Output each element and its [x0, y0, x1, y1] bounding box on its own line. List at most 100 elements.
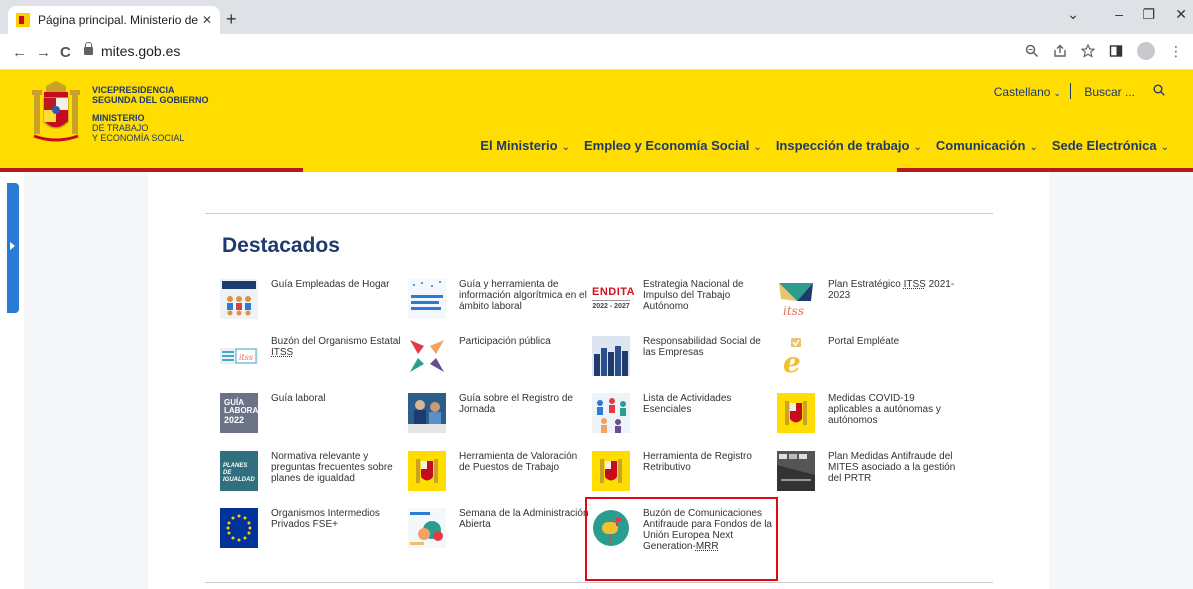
list-item-responsabilidad-social[interactable]: Responsabilidad Social de las Empresas — [592, 336, 767, 386]
list-item-covid-autonomos[interactable]: Medidas COVID-19 aplicables a autónomas … — [777, 393, 952, 443]
profile-avatar[interactable] — [1137, 42, 1155, 60]
algorithmic-information-icon — [408, 279, 446, 319]
chevron-down-icon: ⌄ — [753, 142, 762, 153]
itss-abbr[interactable]: ITSS — [904, 279, 926, 290]
tab-close-icon[interactable]: ✕ — [202, 13, 212, 27]
brand-line-5: Y ECONOMÍA SOCIAL — [92, 133, 185, 143]
nav-inspeccion[interactable]: Inspección de trabajo ⌄ — [776, 138, 922, 153]
close-window-button[interactable]: ✕ — [1175, 6, 1187, 23]
list-item-informacion-algoritmica[interactable]: Guía y herramienta de información algorí… — [408, 279, 587, 329]
side-panel-icon[interactable] — [1109, 44, 1123, 58]
corporate-social-responsibility-icon — [592, 336, 630, 376]
working-hours-photo-icon — [408, 393, 446, 433]
site-header: VICEPRESIDENCIA SEGUNDA DEL GOBIERNO MIN… — [0, 70, 1193, 172]
chevron-down-icon: ⌄ — [1053, 88, 1061, 98]
address-bar: ← → C mites.gob.es ⋮ — [0, 34, 1193, 70]
reload-button[interactable]: C — [60, 44, 71, 61]
year-word: 2022 — [224, 415, 245, 425]
browser-menu-icon[interactable]: ⋮ — [1169, 43, 1183, 60]
open-government-week-icon — [408, 508, 446, 548]
nav-comunicacion[interactable]: Comunicación ⌄ — [936, 138, 1038, 153]
list-item-organismos-fse[interactable]: Organismos Intermedios Privados FSE+ — [220, 508, 395, 558]
section-heading: Destacados — [222, 234, 340, 257]
search-link[interactable]: Buscar ... — [1084, 85, 1135, 99]
item-label: Portal Empléate — [828, 336, 900, 347]
language-label: Castellano — [993, 85, 1051, 99]
brand-line-4: DE TRABAJO — [92, 123, 149, 133]
item-label: Estrategia Nacional de Impulso del Traba… — [643, 279, 744, 312]
domestic-workers-guide-icon — [220, 279, 258, 319]
side-panel-toggle[interactable] — [7, 183, 19, 313]
list-item-portal-empleate[interactable]: e Portal Empléate — [777, 336, 952, 386]
list-item-plan-antifraude[interactable]: Plan Medidas Antifraude del MITES asocia… — [777, 451, 955, 501]
item-label: Medidas COVID-19 aplicables a autónomas … — [828, 393, 941, 426]
item-label: Normativa relevante y preguntas frecuent… — [271, 451, 393, 484]
item-label: Guía sobre el Registro de Jornada — [459, 393, 573, 415]
restore-button[interactable]: ❐ — [1142, 6, 1155, 23]
list-item-guia-empleadas-hogar[interactable]: Guía Empleadas de Hogar — [220, 279, 395, 329]
planes-igualdad-word: PLANES DE IGUALDAD — [223, 463, 255, 483]
empleate-logo-icon: e — [783, 338, 801, 376]
left-gutter — [24, 172, 148, 589]
item-label: Participación pública — [459, 336, 551, 347]
label-part: Buzón del Organismo Estatal — [271, 336, 401, 347]
lock-icon[interactable] — [84, 42, 93, 55]
antifraud-plan-photo-icon — [777, 451, 815, 491]
list-item-actividades-esenciales[interactable]: Lista de Actividades Esenciales — [592, 393, 767, 443]
item-label: Guía Empleadas de Hogar — [271, 279, 390, 290]
list-item-planes-igualdad[interactable]: PLANES DE IGUALDAD Normativa relevante y… — [220, 451, 395, 501]
nav-label: Inspección de trabajo — [775, 138, 910, 153]
back-button[interactable]: ← — [12, 44, 27, 61]
list-item-participacion-publica[interactable]: Participación pública — [408, 336, 583, 386]
spanish-government-shield-icon — [777, 393, 815, 433]
list-item-registro-retributivo[interactable]: Herramienta de Registro Retributivo — [592, 451, 767, 501]
itss-abbr[interactable]: ITSS — [271, 347, 293, 358]
svg-text:itss: itss — [783, 304, 804, 318]
ministry-brand[interactable]: VICEPRESIDENCIA SEGUNDA DEL GOBIERNO MIN… — [92, 85, 209, 143]
nav-label: El Ministerio — [480, 138, 558, 153]
browser-tab-bar: Página principal. Ministerio de Tr ✕ + ⌄… — [0, 0, 1193, 34]
url-field[interactable]: mites.gob.es — [101, 43, 180, 59]
item-label: Herramienta de Valoración de Puestos de … — [459, 451, 578, 473]
nav-empleo[interactable]: Empleo y Economía Social ⌄ — [584, 138, 762, 153]
bookmark-star-icon[interactable] — [1081, 44, 1095, 58]
labor-guide-2022-icon: GUÍA LABORAL 2022 — [220, 393, 264, 433]
right-gutter — [1049, 172, 1193, 589]
site-favicon-icon — [16, 13, 30, 27]
section-top-divider — [205, 213, 993, 214]
share-icon[interactable] — [1053, 44, 1067, 58]
item-label: Organismos Intermedios Privados FSE+ — [271, 508, 380, 530]
list-item-endita[interactable]: ENDITA 2022 - 2027 Estrategia Nacional d… — [592, 279, 767, 329]
highlight-box — [585, 497, 778, 581]
forward-button[interactable]: → — [36, 44, 51, 61]
language-selector[interactable]: Castellano ⌄ — [994, 85, 1061, 99]
equality-plans-icon: PLANES DE IGUALDAD — [220, 451, 258, 491]
list-item-buzon-itss[interactable]: itss Buzón del Organismo Estatal ITSS — [220, 336, 401, 386]
item-label: Responsabilidad Social de las Empresas — [643, 336, 761, 358]
item-label: Semana de la Administración Abierta — [459, 508, 589, 530]
endita-logo-icon: ENDITA 2022 - 2027 — [592, 279, 635, 319]
nav-el-ministerio[interactable]: El Ministerio ⌄ — [480, 138, 570, 153]
new-tab-button[interactable]: + — [226, 9, 237, 30]
minimize-button[interactable]: – — [1115, 6, 1123, 22]
list-item-plan-estrategico-itss[interactable]: itss Plan Estratégico ITSS 2021-2023 — [777, 279, 954, 329]
svg-text:itss: itss — [239, 353, 253, 362]
brand-line-3: MINISTERIO — [92, 113, 145, 123]
nav-label: Comunicación — [935, 138, 1026, 153]
coat-of-arms-icon — [32, 81, 80, 142]
essential-activities-icon — [592, 393, 630, 433]
list-item-semana-administracion-abierta[interactable]: Semana de la Administración Abierta — [408, 508, 589, 558]
search-icon[interactable] — [1153, 84, 1165, 96]
browser-tab[interactable]: Página principal. Ministerio de Tr ✕ — [8, 6, 220, 34]
nav-sede-electronica[interactable]: Sede Electrónica ⌄ — [1052, 138, 1169, 153]
list-item-valoracion-puestos[interactable]: Herramienta de Valoración de Puestos de … — [408, 451, 583, 501]
list-item-registro-jornada[interactable]: Guía sobre el Registro de Jornada — [408, 393, 583, 443]
laboral-word: LABORAL — [224, 406, 264, 415]
tab-search-chevron-icon[interactable]: ⌄ — [1067, 6, 1079, 23]
section-bottom-divider — [205, 582, 993, 583]
chevron-down-icon: ⌄ — [1160, 142, 1169, 153]
chevron-down-icon: ⌄ — [1029, 142, 1038, 153]
eu-flag-icon — [220, 508, 258, 548]
zoom-icon[interactable] — [1025, 44, 1039, 58]
list-item-guia-laboral[interactable]: GUÍA LABORAL 2022 Guía laboral — [220, 393, 395, 443]
